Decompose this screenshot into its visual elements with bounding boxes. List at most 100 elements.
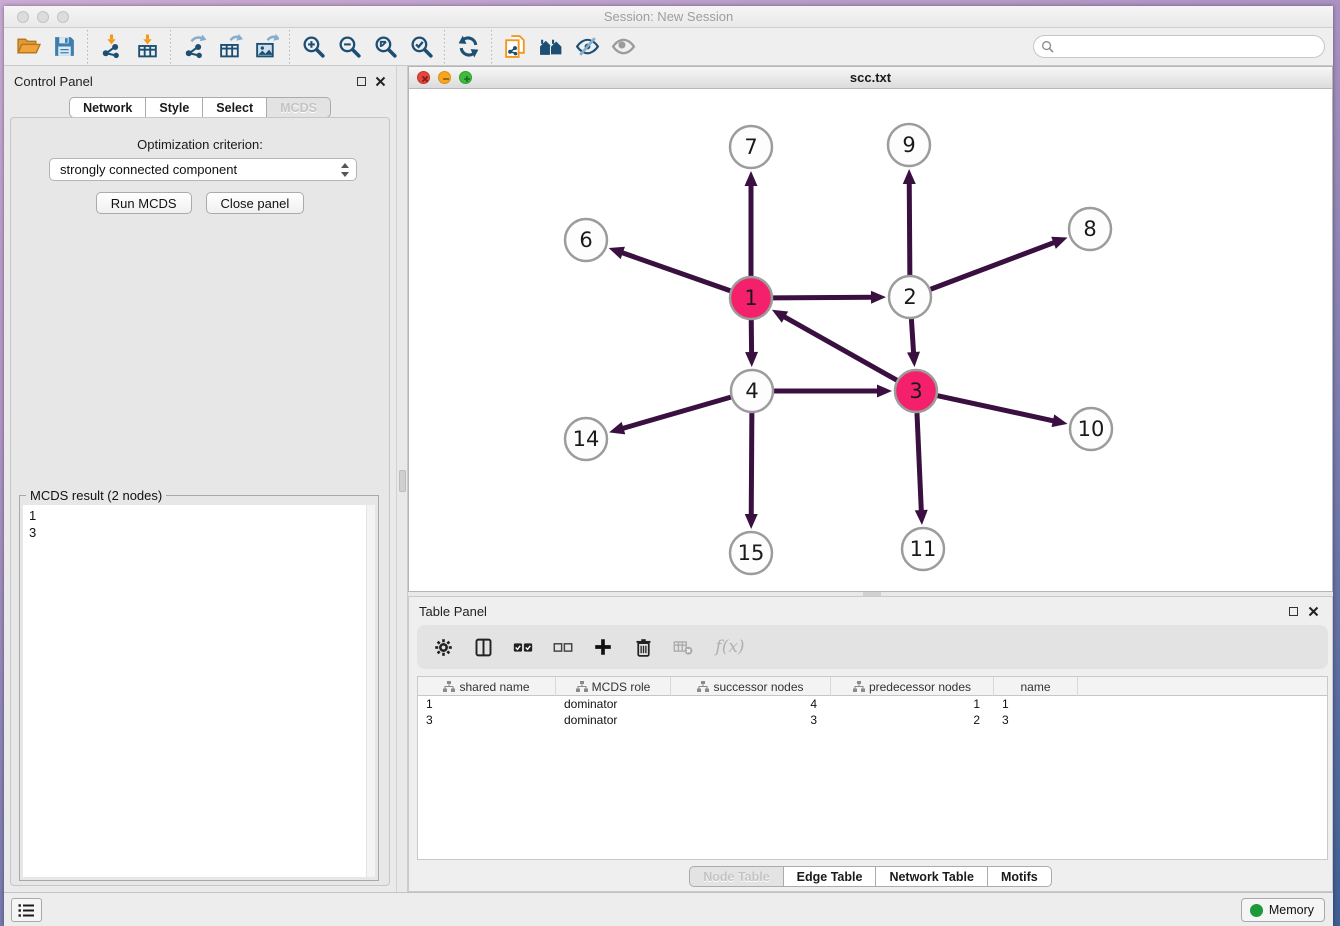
chevron-up-down-icon: [341, 163, 349, 180]
export-network-icon[interactable]: [176, 31, 212, 63]
export-image-icon[interactable]: [248, 31, 284, 63]
export-table-icon[interactable]: [212, 31, 248, 63]
main-toolbar: [4, 28, 1333, 66]
mcds-result-group: MCDS result (2 nodes) 1 3: [19, 495, 379, 881]
table-cell[interactable]: 2: [831, 712, 994, 728]
network-window-titlebar[interactable]: scc.txt: [409, 67, 1332, 89]
graph-node-label: 11: [910, 537, 937, 561]
list-icon: [18, 903, 35, 918]
network-canvas[interactable]: 7968124314101511: [409, 89, 1332, 591]
title-bar: Session: New Session: [4, 6, 1333, 28]
run-mcds-button[interactable]: Run MCDS: [96, 192, 192, 214]
graph-edge-3-11[interactable]: [917, 413, 921, 512]
settings-gear-icon[interactable]: [431, 635, 455, 659]
control-panel: Control Panel NetworkStyleSelectMCDS Opt…: [4, 66, 396, 892]
column-header-successor-nodes[interactable]: successor nodes: [671, 677, 831, 696]
graph-node-label: 6: [579, 228, 592, 252]
save-session-icon[interactable]: [46, 31, 82, 63]
close-panel-button[interactable]: Close panel: [206, 192, 305, 214]
zoom-out-icon[interactable]: [331, 31, 367, 63]
table-cell[interactable]: 1: [831, 696, 994, 712]
import-table-icon[interactable]: [129, 31, 165, 63]
first-neighbors-icon[interactable]: [533, 31, 569, 63]
table-cell[interactable]: dominator: [556, 712, 671, 728]
table-cell[interactable]: 3: [418, 712, 556, 728]
zoom-fit-icon[interactable]: [367, 31, 403, 63]
graph-edge-1-6[interactable]: [621, 252, 730, 290]
float-panel-icon[interactable]: [357, 77, 366, 86]
select-all-checkboxes-icon[interactable]: [511, 635, 535, 659]
zoom-in-icon[interactable]: [295, 31, 331, 63]
graph-edge-4-14[interactable]: [622, 397, 731, 429]
control-tab-select[interactable]: Select: [203, 97, 267, 118]
graph-node-label: 4: [745, 379, 758, 403]
hide-selected-icon[interactable]: [569, 31, 605, 63]
mcds-result-title: MCDS result (2 nodes): [26, 488, 166, 503]
graph-edge-3-10[interactable]: [937, 396, 1054, 421]
graph-edge-2-3[interactable]: [911, 319, 913, 354]
control-tab-style[interactable]: Style: [146, 97, 203, 118]
table-cell[interactable]: 1: [418, 696, 556, 712]
close-panel-icon[interactable]: [375, 76, 386, 87]
table-tab-node-table[interactable]: Node Table: [689, 866, 783, 887]
unselect-all-checkboxes-icon[interactable]: [551, 635, 575, 659]
graph-edge-2-8[interactable]: [931, 242, 1056, 289]
table-tab-edge-table[interactable]: Edge Table: [784, 866, 877, 887]
control-panel-title: Control Panel: [14, 74, 93, 89]
table-row[interactable]: 3dominator323: [418, 712, 1327, 728]
node-table: shared name MCDS rolesuccessor nodesprede…: [417, 676, 1328, 860]
search-input[interactable]: [1054, 38, 1324, 56]
table-row[interactable]: 1dominator411: [418, 696, 1327, 712]
column-header-mcds-role[interactable]: MCDS role: [556, 677, 671, 696]
import-network-icon[interactable]: [93, 31, 129, 63]
table-cell[interactable]: 3: [671, 712, 831, 728]
apply-layout-icon[interactable]: [450, 31, 486, 63]
show-all-icon[interactable]: [605, 31, 641, 63]
table-cell[interactable]: dominator: [556, 696, 671, 712]
float-panel-icon[interactable]: [1289, 607, 1298, 616]
table-panel-title: Table Panel: [419, 604, 487, 619]
edge-arrowhead: [745, 171, 758, 186]
result-scrollbar[interactable]: [366, 505, 375, 877]
table-tab-network-table[interactable]: Network Table: [876, 866, 988, 887]
column-selector-icon[interactable]: [471, 635, 495, 659]
graph-node-label: 8: [1083, 217, 1096, 241]
column-header-shared-name[interactable]: shared name: [418, 677, 556, 696]
table-cell[interactable]: 3: [994, 712, 1078, 728]
delete-column-icon[interactable]: [631, 635, 655, 659]
task-history-button[interactable]: [11, 898, 42, 922]
table-header-row: shared name MCDS rolesuccessor nodesprede…: [418, 677, 1327, 696]
control-tab-network[interactable]: Network: [69, 97, 146, 118]
close-panel-icon[interactable]: [1308, 606, 1319, 617]
hierarchy-icon: [443, 681, 455, 692]
network-view-window: scc.txt 7968124314101511: [408, 66, 1333, 592]
graph-edge-2-9[interactable]: [909, 182, 910, 275]
optimization-criterion-label: Optimization criterion:: [11, 137, 389, 152]
open-file-icon[interactable]: [10, 31, 46, 63]
control-tab-mcds[interactable]: MCDS: [267, 97, 331, 118]
splitter-grip[interactable]: [399, 470, 406, 492]
table-body: 1dominator4113dominator323: [418, 696, 1327, 728]
zoom-selected-icon[interactable]: [403, 31, 439, 63]
add-column-icon[interactable]: [591, 635, 615, 659]
graph-node-label: 3: [909, 379, 922, 403]
search-box: [1033, 35, 1325, 58]
table-cell[interactable]: 4: [671, 696, 831, 712]
graph-edge-4-15[interactable]: [751, 413, 752, 516]
new-network-from-selection-icon[interactable]: [497, 31, 533, 63]
table-tab-motifs[interactable]: Motifs: [988, 866, 1052, 887]
vertical-splitter[interactable]: [396, 66, 408, 892]
mcds-tab-content: Optimization criterion: strongly connect…: [10, 117, 390, 886]
criterion-dropdown[interactable]: strongly connected component: [49, 158, 357, 181]
column-label: shared name: [459, 680, 529, 694]
column-header-predecessor-nodes[interactable]: predecessor nodes: [831, 677, 994, 696]
table-cell[interactable]: 1: [994, 696, 1078, 712]
mcds-result-text[interactable]: 1 3: [23, 505, 375, 877]
column-header-name[interactable]: name: [994, 677, 1078, 696]
graph-edge-1-2[interactable]: [773, 297, 873, 298]
toolbar-separator: [289, 30, 290, 64]
graph-edge-3-1[interactable]: [783, 316, 897, 380]
memory-button[interactable]: Memory: [1241, 898, 1325, 922]
hierarchy-icon: [576, 681, 588, 692]
edge-arrowhead: [915, 510, 928, 525]
